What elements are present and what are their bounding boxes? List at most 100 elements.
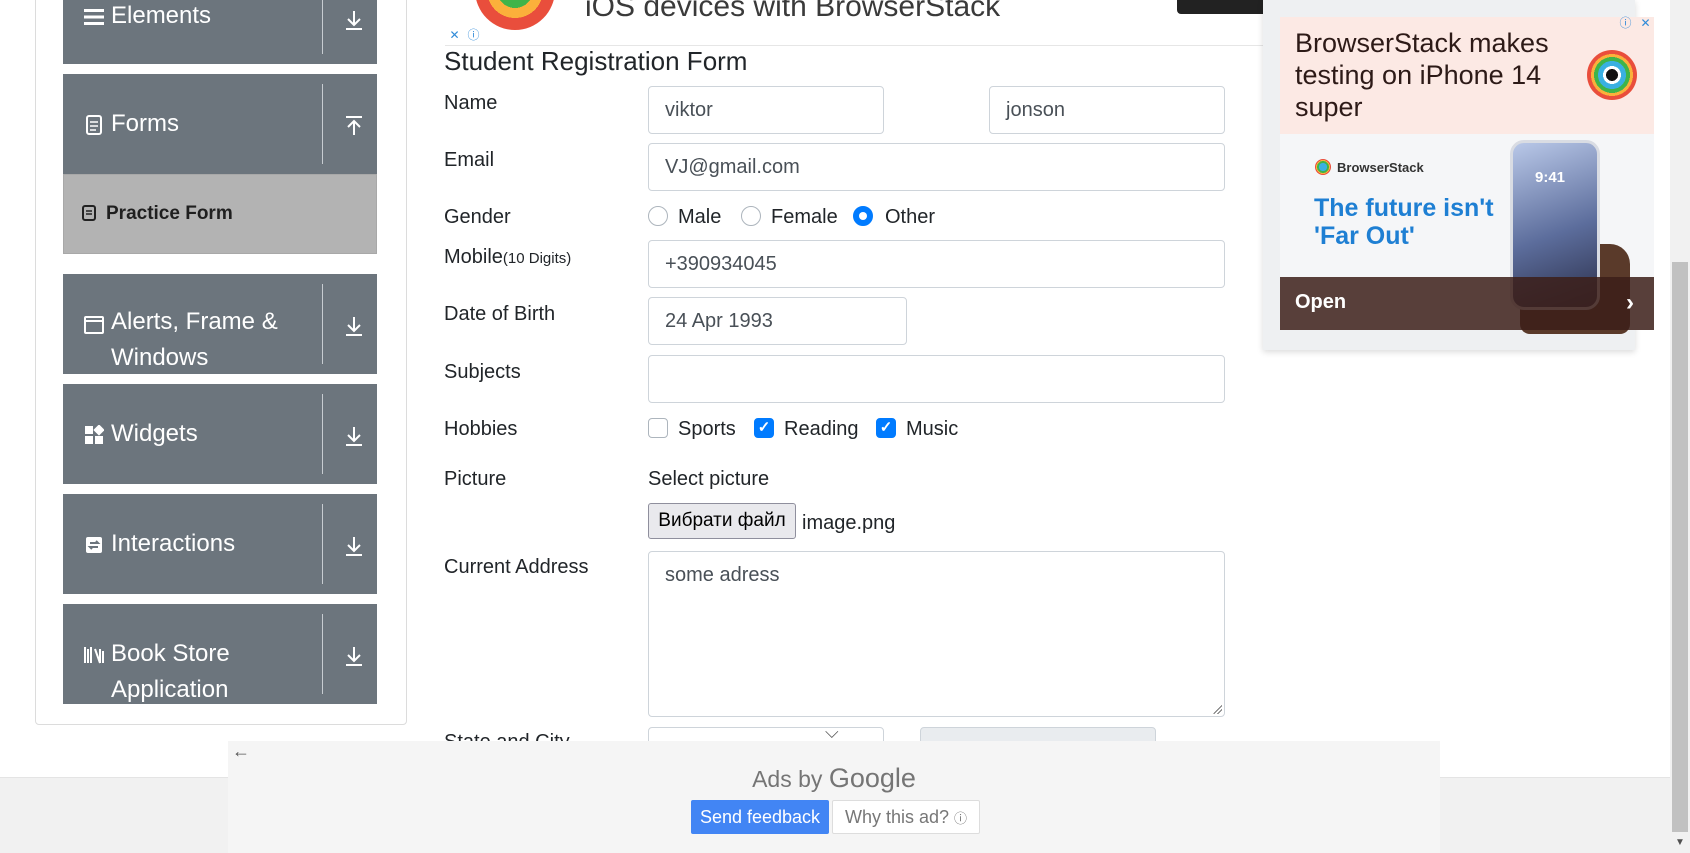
- why-this-ad-button[interactable]: Why this ad? ⓘ: [832, 800, 980, 834]
- mobile-label-text: Mobile: [444, 246, 503, 268]
- sidebar-group-label: Alerts, Frame & Windows: [111, 308, 278, 371]
- gender-male-label[interactable]: Male: [678, 206, 721, 229]
- choose-file-button[interactable]: Вибрати файл: [648, 503, 796, 539]
- form-title: Student Registration Form: [444, 46, 748, 76]
- right-ad-open-label: Open: [1295, 291, 1347, 313]
- divider: [322, 614, 323, 694]
- close-ad-icon[interactable]: ✕: [1638, 16, 1653, 31]
- current-address-value: some adress: [665, 564, 780, 586]
- chevron-down-icon: ⌵: [825, 722, 839, 742]
- gender-female-label[interactable]: Female: [771, 206, 838, 229]
- sidebar-group-label: Widgets: [111, 420, 198, 447]
- hobby-reading-label[interactable]: Reading: [784, 418, 859, 441]
- info-icon[interactable]: ⓘ: [466, 28, 481, 43]
- gender-label: Gender: [444, 206, 511, 228]
- last-name-input[interactable]: jonson: [989, 86, 1225, 134]
- hobby-music-checkbox[interactable]: ✓: [876, 418, 896, 438]
- hobby-sports-label[interactable]: Sports: [678, 418, 736, 441]
- sidebar-group-widgets[interactable]: Widgets: [63, 384, 377, 484]
- download-arrow-icon[interactable]: [343, 534, 365, 558]
- interactions-icon: [83, 534, 105, 556]
- gender-female-radio[interactable]: [741, 206, 761, 226]
- sidebar-group-label: Interactions: [111, 530, 236, 557]
- resize-handle-icon[interactable]: [1212, 704, 1222, 714]
- top-ad-banner[interactable]: iOS devices with BrowserStack: [445, 0, 1277, 46]
- right-ad[interactable]: BrowserStack makes testing on iPhone 14 …: [1263, 0, 1654, 350]
- right-ad-brand-text: BrowserStack: [1337, 159, 1424, 175]
- scrollbar-thumb[interactable]: [1672, 262, 1688, 832]
- window-icon: [83, 314, 105, 336]
- email-input[interactable]: VJ@gmail.com: [648, 143, 1225, 191]
- scroll-down-arrow-icon[interactable]: ▼: [1670, 833, 1690, 853]
- divider: [322, 504, 323, 584]
- sidebar-item-label: Practice Form: [106, 203, 233, 224]
- email-label: Email: [444, 149, 495, 171]
- ads-by-google: Ads by Google: [228, 763, 1440, 794]
- close-ad-icon[interactable]: ✕: [447, 28, 462, 43]
- upload-arrow-icon[interactable]: [343, 114, 365, 138]
- mobile-hint: (10 Digits): [502, 250, 572, 267]
- info-icon: ⓘ: [954, 810, 968, 826]
- top-ad-button[interactable]: [1177, 0, 1277, 14]
- right-ad-content[interactable]: BrowserStack makes testing on iPhone 14 …: [1280, 17, 1654, 334]
- first-name-input[interactable]: viktor: [648, 86, 884, 134]
- download-arrow-icon[interactable]: [343, 424, 365, 448]
- current-address-label: Current Address: [444, 556, 589, 578]
- browserstack-logo: [475, 0, 555, 30]
- sidebar-group-elements[interactable]: Elements: [63, 0, 377, 64]
- file-name: image.png: [802, 512, 896, 534]
- right-ad-header: BrowserStack makes testing on iPhone 14 …: [1280, 17, 1654, 134]
- books-icon: [83, 644, 105, 666]
- right-ad-tagline: The future isn't 'Far Out': [1314, 194, 1494, 250]
- mobile-label: Mobile(10 Digits): [444, 246, 571, 269]
- top-ad-text: iOS devices with BrowserStack: [585, 0, 1001, 23]
- sidebar-group-forms[interactable]: Forms: [63, 74, 377, 174]
- gender-other-radio[interactable]: [853, 206, 873, 226]
- hobby-music-label[interactable]: Music: [906, 418, 958, 441]
- sidebar-group-book-store[interactable]: Book Store Application: [63, 604, 377, 704]
- document-icon: [83, 114, 105, 136]
- download-arrow-icon[interactable]: [343, 8, 365, 32]
- dob-input[interactable]: 24 Apr 1993: [648, 297, 907, 345]
- gender-male-radio[interactable]: [648, 206, 668, 226]
- chevron-right-icon: ›: [1626, 289, 1634, 316]
- why-this-ad-label: Why this ad?: [844, 806, 949, 827]
- send-feedback-button[interactable]: Send feedback: [691, 800, 829, 834]
- subjects-label: Subjects: [444, 361, 521, 383]
- page: Elements Forms Practice Form Alerts, Fra…: [0, 0, 1690, 853]
- right-ad-open-button[interactable]: Open ›: [1280, 277, 1654, 330]
- divider: [322, 84, 323, 164]
- sidebar-group-label: Elements: [111, 2, 212, 29]
- widgets-icon: [83, 424, 105, 446]
- sidebar-group-label: Forms: [111, 110, 179, 137]
- divider: [322, 284, 323, 364]
- hobby-reading-checkbox[interactable]: ✓: [754, 418, 774, 438]
- list-icon: [83, 6, 105, 28]
- gender-other-label[interactable]: Other: [885, 206, 935, 229]
- right-ad-headline: BrowserStack makes testing on iPhone 14 …: [1295, 28, 1549, 122]
- subjects-input[interactable]: [648, 355, 1225, 403]
- name-label: Name: [444, 92, 498, 114]
- ads-by-text: Ads by: [752, 766, 823, 792]
- download-arrow-icon[interactable]: [343, 644, 365, 668]
- google-wordmark: Google: [828, 763, 916, 793]
- back-arrow-icon[interactable]: ←: [232, 741, 250, 762]
- hobby-sports-checkbox[interactable]: [648, 418, 668, 438]
- right-ad-brand: BrowserStack: [1315, 159, 1424, 175]
- form-icon: [82, 205, 96, 226]
- mobile-input[interactable]: +390934045: [648, 240, 1225, 288]
- sidebar-group-label: Book Store Application: [111, 640, 230, 703]
- dob-label: Date of Birth: [444, 303, 556, 325]
- browserstack-logo: [1315, 159, 1331, 175]
- sidebar-group-alerts[interactable]: Alerts, Frame & Windows: [63, 274, 377, 374]
- sidebar-item-practice-form[interactable]: Practice Form: [63, 174, 377, 254]
- info-icon[interactable]: ⓘ: [1618, 16, 1633, 31]
- google-ad-overlay: ← Ads by Google Send feedback Why this a…: [228, 741, 1440, 853]
- browserstack-logo: [1587, 50, 1637, 100]
- hobbies-label: Hobbies: [444, 418, 518, 440]
- phone-time: 9:41: [1535, 169, 1566, 186]
- divider: [322, 0, 323, 54]
- download-arrow-icon[interactable]: [343, 314, 365, 338]
- current-address-textarea[interactable]: some adress: [648, 551, 1225, 717]
- sidebar-group-interactions[interactable]: Interactions: [63, 494, 377, 594]
